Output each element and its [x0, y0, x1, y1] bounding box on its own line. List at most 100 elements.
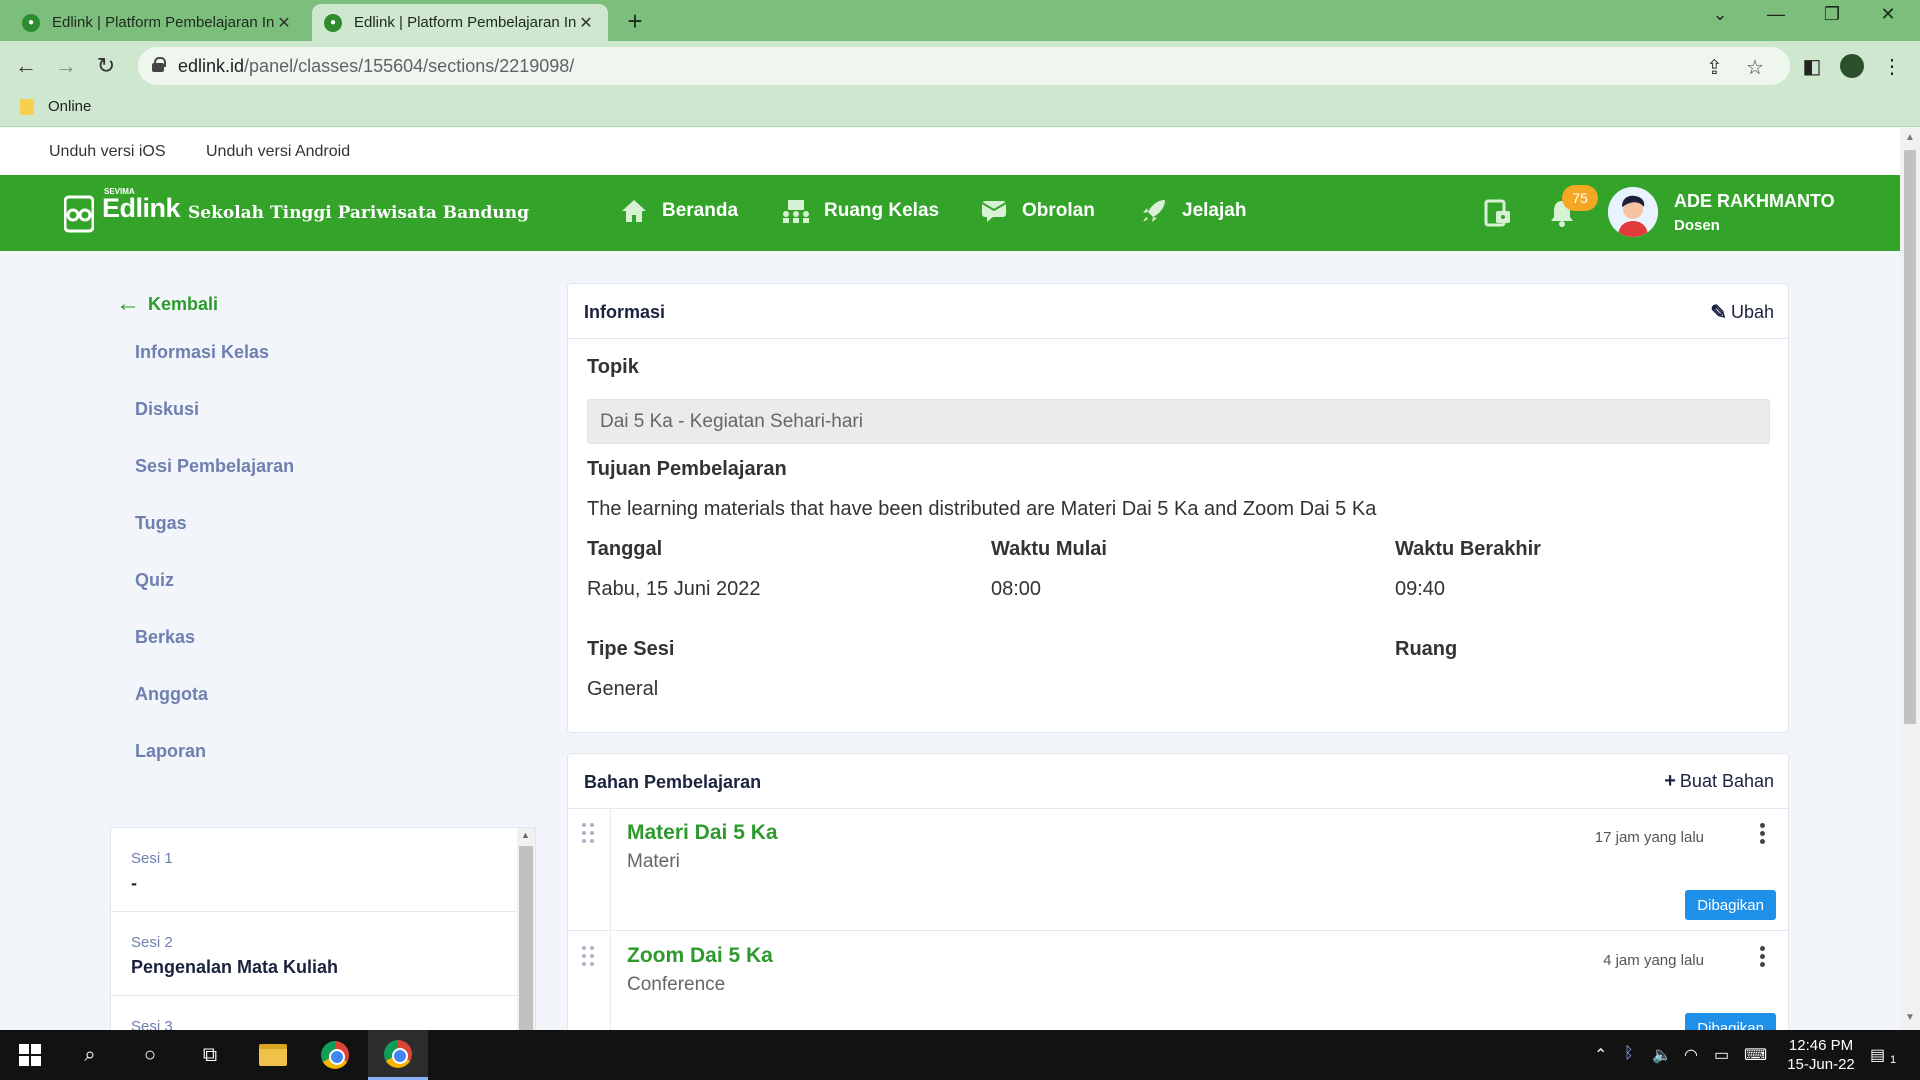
sidebar-item-informasi-kelas[interactable]: Informasi Kelas	[135, 342, 269, 363]
user-name[interactable]: ADE RAKHMANTO	[1674, 191, 1835, 212]
close-icon[interactable]: ✕	[576, 13, 596, 33]
scroll-thumb[interactable]	[519, 846, 533, 1030]
edit-button[interactable]: ✎ Ubah	[1710, 300, 1774, 325]
start-button[interactable]	[0, 1030, 60, 1080]
bookmark-folder-online[interactable]: Online	[20, 98, 91, 115]
list-item[interactable]: Sesi 2 Pengenalan Mata Kuliah	[111, 912, 517, 996]
edit-label: Ubah	[1730, 302, 1774, 322]
sidebar-item-tugas[interactable]: Tugas	[135, 513, 187, 534]
browser-tab-bar: ● Edlink | Platform Pembelajaran In ✕ ● …	[0, 0, 1920, 41]
list-item[interactable]: Sesi 1 -	[111, 828, 517, 912]
chat-icon	[980, 197, 1008, 225]
keyboard-icon[interactable]: ⌨	[1744, 1045, 1767, 1065]
restore-button[interactable]: ❐	[1810, 4, 1854, 25]
sidebar-item-quiz[interactable]: Quiz	[135, 570, 174, 591]
battery-icon[interactable]: ▭	[1714, 1045, 1729, 1065]
main-header: SEVIMA Edlink Sekolah Tinggi Pariwisata …	[0, 175, 1900, 251]
close-icon[interactable]: ✕	[274, 13, 294, 33]
session-type-label: Tipe Sesi	[587, 638, 675, 660]
chrome-active-icon[interactable]	[368, 1030, 428, 1080]
page-scrollbar[interactable]: ▲ ▼	[1900, 128, 1920, 1030]
list-item[interactable]: Zoom Dai 5 Ka Conference 4 jam yang lalu…	[568, 932, 1788, 1030]
back-label: Kembali	[148, 293, 219, 314]
end-value: 09:40	[1395, 578, 1446, 600]
edlink-favicon-icon: ●	[22, 13, 40, 32]
scroll-up-icon[interactable]: ▲	[1905, 132, 1915, 143]
browser-tab[interactable]: ● Edlink | Platform Pembelajaran In ✕	[10, 4, 306, 41]
system-clock[interactable]: 12:46 PM 15-Jun-22	[1776, 1036, 1866, 1074]
nav-jelajah[interactable]: Jelajah	[1140, 197, 1246, 225]
reload-icon[interactable]: ↻	[90, 50, 122, 82]
sidebar-item-anggota[interactable]: Anggota	[135, 684, 208, 705]
browser-tab-active[interactable]: ● Edlink | Platform Pembelajaran In ✕	[312, 4, 608, 41]
forward-arrow-icon[interactable]: →	[50, 50, 82, 82]
notification-center-icon[interactable]: ▤	[1870, 1045, 1885, 1065]
drag-handle-icon[interactable]	[582, 946, 598, 970]
goal-label: Tujuan Pembelajaran	[587, 458, 787, 480]
wallet-icon[interactable]	[1482, 197, 1514, 229]
back-arrow-icon[interactable]: ←	[10, 50, 42, 82]
session-title: -	[131, 873, 137, 893]
sidebar-item-berkas[interactable]: Berkas	[135, 627, 195, 648]
list-item[interactable]: Materi Dai 5 Ka Materi 17 jam yang lalu …	[568, 809, 1788, 931]
plus-icon: +	[1664, 770, 1676, 792]
goal-value: The learning materials that have been di…	[587, 498, 1377, 520]
chrome-icon[interactable]	[305, 1030, 365, 1080]
sidebar-item-sesi-pembelajaran[interactable]: Sesi Pembelajaran	[135, 456, 294, 477]
windows-logo-icon	[19, 1044, 41, 1066]
list-item[interactable]: Sesi 3	[111, 996, 517, 1030]
browser-toolbar: ← → ↻ edlink.id/panel/classes/155604/sec…	[0, 41, 1920, 91]
task-view-icon[interactable]: ⧉	[180, 1030, 240, 1080]
close-window-button[interactable]: ✕	[1866, 4, 1910, 25]
session-scrollbar[interactable]: ▲	[517, 828, 535, 1030]
minimize-button[interactable]: —	[1754, 4, 1798, 25]
session-title: Pengenalan Mata Kuliah	[131, 957, 339, 977]
more-options-icon[interactable]	[1760, 946, 1766, 968]
cortana-icon[interactable]: ○	[120, 1030, 180, 1080]
nav-beranda[interactable]: Beranda	[620, 197, 738, 225]
address-bar[interactable]: edlink.id/panel/classes/155604/sections/…	[138, 47, 1790, 85]
sidebar-item-laporan[interactable]: Laporan	[135, 741, 206, 762]
ios-download-link[interactable]: Unduh versi iOS	[49, 143, 166, 161]
back-link[interactable]: ← Kembali	[116, 290, 218, 318]
material-title[interactable]: Zoom Dai 5 Ka	[627, 944, 773, 968]
avatar[interactable]	[1608, 187, 1658, 237]
bookmark-label: Online	[48, 98, 92, 115]
android-download-link[interactable]: Unduh versi Android	[206, 143, 350, 161]
create-material-button[interactable]: + Buat Bahan	[1664, 770, 1774, 793]
app-download-bar: Unduh versi iOS Unduh versi Android	[0, 128, 1900, 175]
nav-ruang-kelas[interactable]: Ruang Kelas	[782, 197, 939, 225]
share-icon[interactable]: ⇪	[1706, 55, 1723, 80]
bluetooth-icon[interactable]: ᛒ	[1624, 1045, 1634, 1063]
profile-avatar[interactable]	[1836, 50, 1868, 82]
logo-text[interactable]: Edlink	[102, 193, 181, 224]
create-label: Buat Bahan	[1679, 771, 1774, 791]
volume-icon[interactable]: 🔈	[1652, 1045, 1672, 1065]
nav-obrolan[interactable]: Obrolan	[980, 197, 1095, 225]
more-options-icon[interactable]	[1760, 823, 1766, 845]
search-icon[interactable]: ⌕	[60, 1030, 120, 1080]
sidebar-item-diskusi[interactable]: Diskusi	[135, 399, 199, 420]
rocket-icon	[1140, 197, 1168, 225]
lock-icon	[152, 57, 166, 72]
star-icon[interactable]: ☆	[1746, 55, 1764, 80]
nav-label: Ruang Kelas	[824, 200, 940, 221]
chevron-up-icon[interactable]: ⌃	[1594, 1045, 1607, 1065]
file-explorer-icon[interactable]	[243, 1030, 303, 1080]
scroll-up-icon[interactable]: ▲	[521, 830, 530, 840]
chevron-down-icon[interactable]: ⌄	[1698, 4, 1742, 25]
new-tab-button[interactable]: +	[620, 6, 650, 37]
material-title[interactable]: Materi Dai 5 Ka	[627, 821, 778, 845]
card-header: Informasi ✎ Ubah	[568, 284, 1788, 339]
nav-label: Beranda	[662, 200, 739, 221]
side-panel-icon[interactable]: ◧	[1796, 50, 1828, 82]
wifi-icon[interactable]: ◠	[1684, 1045, 1698, 1065]
notification-badge: 75	[1562, 185, 1598, 211]
scroll-down-icon[interactable]: ▼	[1905, 1012, 1915, 1023]
kebab-menu-icon[interactable]: ⋮	[1876, 50, 1908, 82]
edlink-logo-icon[interactable]	[64, 195, 94, 233]
tab-title: Edlink | Platform Pembelajaran In	[354, 14, 576, 31]
drag-handle-icon[interactable]	[582, 823, 598, 847]
scroll-thumb[interactable]	[1904, 150, 1916, 724]
bookmarks-bar: Online	[0, 91, 1920, 127]
